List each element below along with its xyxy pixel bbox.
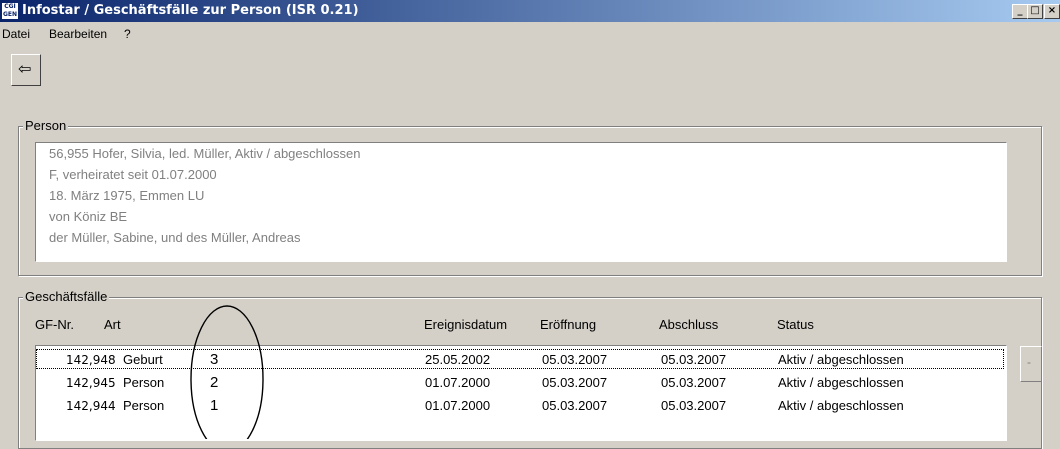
annotation-ellipse (190, 305, 264, 439)
annotation-overlay (190, 305, 264, 439)
